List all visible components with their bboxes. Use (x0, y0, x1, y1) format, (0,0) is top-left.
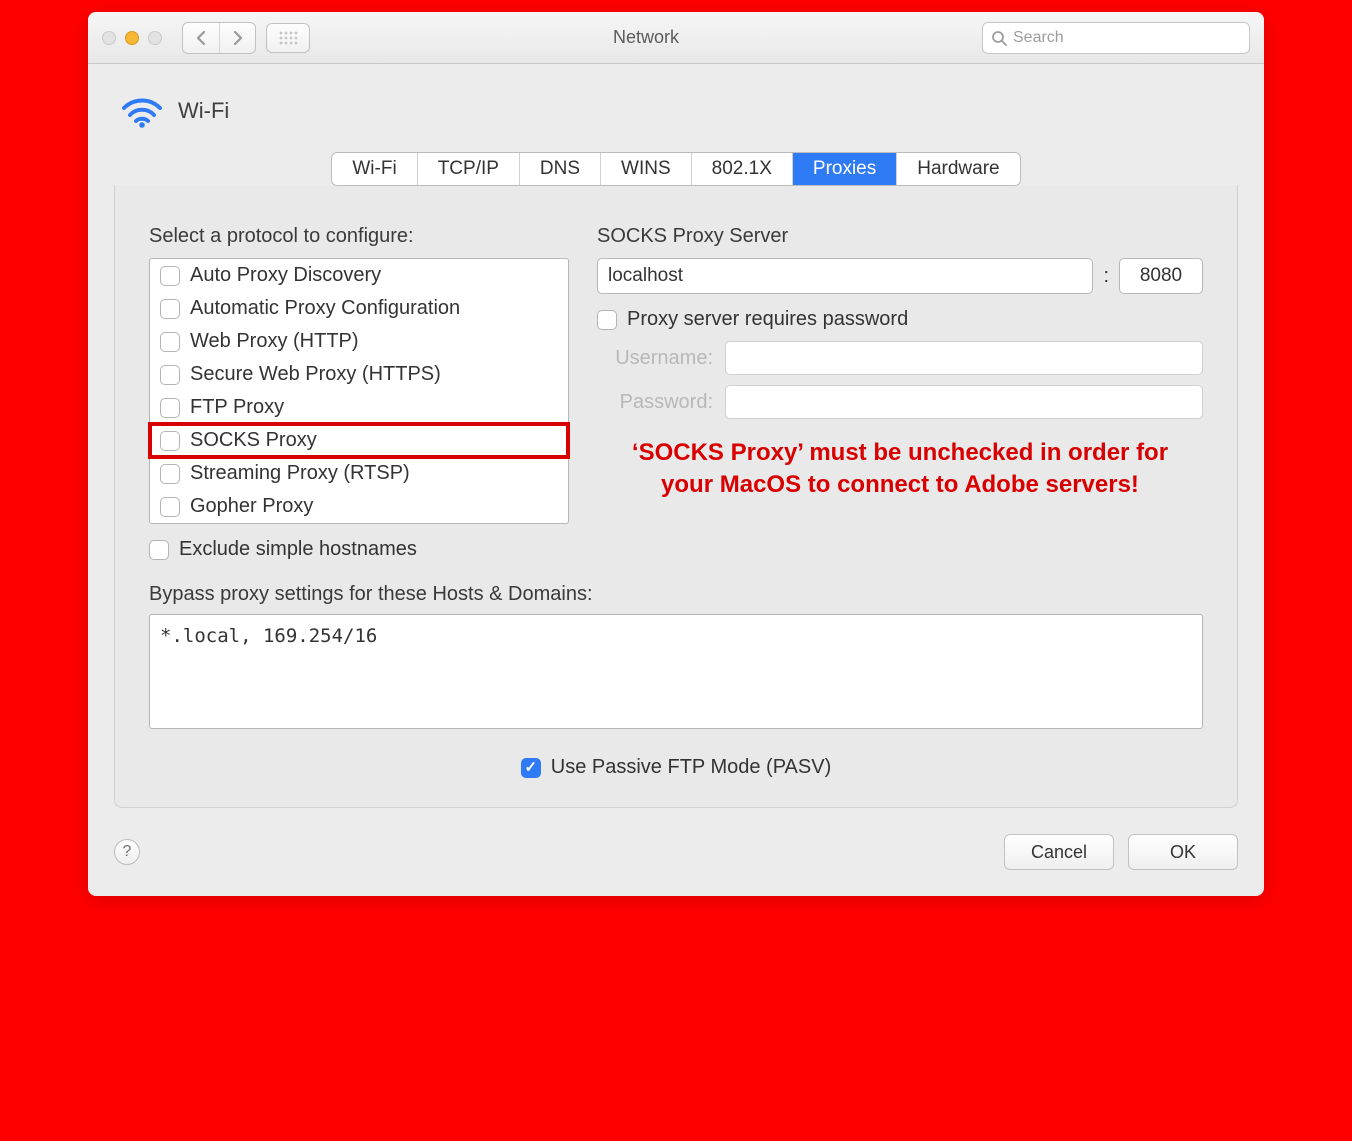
protocol-label: Gopher Proxy (190, 495, 313, 518)
username-label: Username: (597, 347, 713, 370)
protocol-checkbox[interactable] (160, 431, 180, 451)
tab-802-1x[interactable]: 802.1X (692, 153, 793, 185)
exclude-simple-checkbox[interactable] (149, 540, 169, 560)
protocol-section-label: Select a protocol to configure: (149, 225, 569, 248)
window-controls (102, 31, 162, 45)
tab-proxies[interactable]: Proxies (793, 153, 897, 185)
username-input[interactable] (725, 341, 1203, 375)
protocol-checkbox[interactable] (160, 332, 180, 352)
cancel-button[interactable]: Cancel (1004, 834, 1114, 870)
protocol-list[interactable]: Auto Proxy Discovery Automatic Proxy Conf… (149, 258, 569, 524)
pasv-label: Use Passive FTP Mode (PASV) (551, 756, 831, 779)
bypass-textarea[interactable] (149, 614, 1203, 729)
panel-title: Wi-Fi (178, 98, 229, 124)
requires-password-checkbox[interactable] (597, 310, 617, 330)
window-title: Network (320, 27, 972, 48)
protocol-checkbox[interactable] (160, 497, 180, 517)
help-button[interactable]: ? (114, 839, 140, 865)
proxy-port-input[interactable] (1119, 258, 1203, 294)
search-placeholder: Search (1013, 29, 1064, 47)
protocol-label: Auto Proxy Discovery (190, 264, 381, 287)
password-input[interactable] (725, 385, 1203, 419)
wifi-header: Wi-Fi (120, 94, 1238, 128)
protocol-checkbox[interactable] (160, 299, 180, 319)
protocol-row[interactable]: Streaming Proxy (RTSP) (150, 457, 568, 490)
protocol-checkbox[interactable] (160, 365, 180, 385)
tab-wins[interactable]: WINS (601, 153, 692, 185)
search-field[interactable]: Search (982, 22, 1250, 54)
protocol-row[interactable]: FTP Proxy (150, 391, 568, 424)
back-button[interactable] (183, 23, 219, 53)
exclude-simple-label: Exclude simple hostnames (179, 538, 417, 561)
protocol-checkbox[interactable] (160, 266, 180, 286)
protocol-row[interactable]: Gopher Proxy (150, 490, 568, 523)
host-port-separator: : (1103, 265, 1109, 288)
pasv-checkbox[interactable] (521, 758, 541, 778)
server-section-label: SOCKS Proxy Server (597, 225, 1203, 248)
protocol-label: Secure Web Proxy (HTTPS) (190, 363, 441, 386)
protocol-label: Web Proxy (HTTP) (190, 330, 359, 353)
search-icon (991, 30, 1007, 46)
tab-tcp-ip[interactable]: TCP/IP (418, 153, 520, 185)
tab-dns[interactable]: DNS (520, 153, 601, 185)
titlebar: Network Search (88, 12, 1264, 64)
protocol-label: SOCKS Proxy (190, 429, 317, 452)
protocol-label: Automatic Proxy Configuration (190, 297, 460, 320)
ok-button[interactable]: OK (1128, 834, 1238, 870)
zoom-window-button[interactable] (148, 31, 162, 45)
protocol-row[interactable]: Auto Proxy Discovery (150, 259, 568, 292)
protocol-row[interactable]: Secure Web Proxy (HTTPS) (150, 358, 568, 391)
protocol-row[interactable]: SOCKS Proxy (150, 424, 568, 457)
bypass-label: Bypass proxy settings for these Hosts & … (149, 583, 1203, 606)
password-label: Password: (597, 391, 713, 414)
pasv-row[interactable]: Use Passive FTP Mode (PASV) (149, 756, 1203, 779)
protocol-checkbox[interactable] (160, 398, 180, 418)
show-all-button[interactable] (266, 23, 310, 53)
minimize-window-button[interactable] (125, 31, 139, 45)
protocol-row[interactable]: Web Proxy (HTTP) (150, 325, 568, 358)
protocol-label: FTP Proxy (190, 396, 284, 419)
protocol-label: Streaming Proxy (RTSP) (190, 462, 410, 485)
exclude-simple-row[interactable]: Exclude simple hostnames (149, 538, 569, 561)
proxies-panel: Select a protocol to configure: Auto Pro… (114, 185, 1238, 808)
tab-wi-fi[interactable]: Wi-Fi (332, 153, 417, 185)
preferences-window: Network Search Wi-Fi Wi-FiTCP/IPDNSWINS8… (88, 12, 1264, 896)
forward-button[interactable] (219, 23, 255, 53)
nav-back-forward (182, 22, 256, 54)
tab-strip: Wi-FiTCP/IPDNSWINS802.1XProxiesHardware (331, 152, 1020, 186)
annotation-text: ‘SOCKS Proxy’ must be unchecked in order… (597, 437, 1203, 502)
close-window-button[interactable] (102, 31, 116, 45)
requires-password-row[interactable]: Proxy server requires password (597, 308, 1203, 331)
proxy-host-input[interactable] (597, 258, 1093, 294)
protocol-checkbox[interactable] (160, 464, 180, 484)
tab-hardware[interactable]: Hardware (897, 153, 1019, 185)
protocol-row[interactable]: Automatic Proxy Configuration (150, 292, 568, 325)
requires-password-label: Proxy server requires password (627, 308, 908, 331)
wifi-icon (120, 94, 164, 128)
